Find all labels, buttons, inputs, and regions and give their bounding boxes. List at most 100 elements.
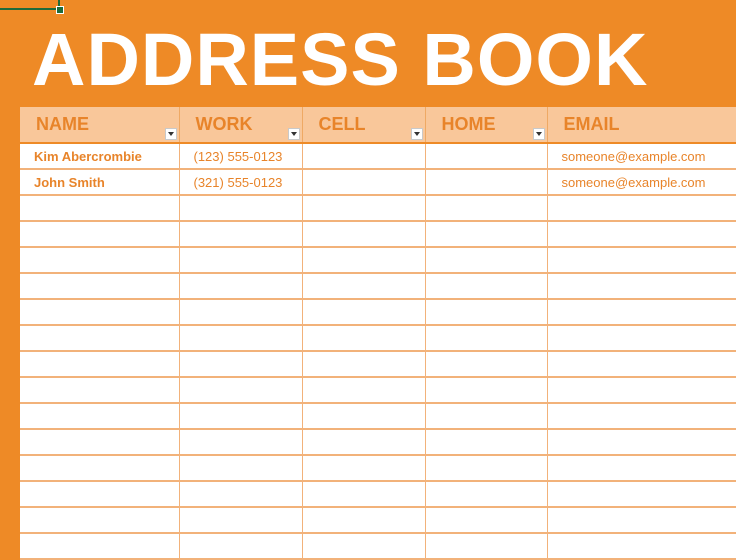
cell-work[interactable] <box>179 455 303 482</box>
cell-name[interactable] <box>20 221 180 248</box>
cell-cell[interactable] <box>302 325 426 352</box>
cell-home[interactable] <box>425 325 548 352</box>
cell-cell[interactable] <box>302 507 426 534</box>
cell-email[interactable] <box>547 195 736 222</box>
cell-work[interactable] <box>179 325 303 352</box>
filter-dropdown-icon[interactable] <box>410 128 423 140</box>
cell-name[interactable] <box>20 247 180 274</box>
cell-cell[interactable] <box>302 169 426 196</box>
cell-home[interactable] <box>425 429 548 456</box>
cell-name[interactable] <box>20 403 180 430</box>
cell-work[interactable]: (123) 555-0123 <box>179 143 303 170</box>
cell-email[interactable] <box>547 481 736 508</box>
cell-work[interactable] <box>179 377 303 404</box>
column-header-work: WORK <box>179 107 303 144</box>
cell-cell[interactable] <box>302 377 426 404</box>
filter-dropdown-icon[interactable] <box>164 128 177 140</box>
cell-cell[interactable] <box>302 143 426 170</box>
cell-home[interactable] <box>425 455 548 482</box>
cell-home[interactable] <box>425 143 548 170</box>
cell-email[interactable] <box>547 533 736 560</box>
table-row <box>20 195 736 222</box>
cell-work[interactable] <box>179 403 303 430</box>
cell-home[interactable] <box>425 533 548 560</box>
cell-email[interactable] <box>547 507 736 534</box>
cell-email[interactable]: someone@example.com <box>547 169 736 196</box>
cell-cell[interactable] <box>302 455 426 482</box>
cell-work[interactable] <box>179 299 303 326</box>
cell-name[interactable] <box>20 377 180 404</box>
cell-home[interactable] <box>425 299 548 326</box>
cell-name[interactable] <box>20 351 180 378</box>
cell-work[interactable] <box>179 351 303 378</box>
cell-email[interactable] <box>547 247 736 274</box>
column-header-label: WORK <box>195 114 253 134</box>
cell-home[interactable] <box>425 221 548 248</box>
cell-name[interactable] <box>20 507 180 534</box>
cell-work[interactable] <box>179 429 303 456</box>
cell-work[interactable] <box>179 247 303 274</box>
cell-work[interactable] <box>179 507 303 534</box>
cell-cell[interactable] <box>302 481 426 508</box>
cell-name[interactable] <box>20 273 180 300</box>
cell-cell[interactable] <box>302 299 426 326</box>
cell-cell[interactable] <box>302 429 426 456</box>
table-row <box>20 481 736 508</box>
cell-work[interactable] <box>179 195 303 222</box>
table-row <box>20 507 736 534</box>
cell-cell[interactable] <box>302 221 426 248</box>
cell-home[interactable] <box>425 273 548 300</box>
cell-name[interactable] <box>20 429 180 456</box>
cell-email[interactable] <box>547 455 736 482</box>
filter-dropdown-icon[interactable] <box>532 128 545 140</box>
cell-work[interactable] <box>179 481 303 508</box>
cell-email[interactable] <box>547 221 736 248</box>
cell-work[interactable] <box>179 221 303 248</box>
table-row <box>20 221 736 248</box>
cell-home[interactable] <box>425 169 548 196</box>
table-row <box>20 533 736 560</box>
cell-work[interactable] <box>179 273 303 300</box>
cell-cell[interactable] <box>302 273 426 300</box>
address-table: NAME WORK CELL HOME EMAIL Kim Abercrombie (12… <box>20 107 736 560</box>
cell-work[interactable] <box>179 533 303 560</box>
fill-handle[interactable] <box>56 6 64 14</box>
cell-name[interactable] <box>20 455 180 482</box>
table-row <box>20 351 736 378</box>
cell-home[interactable] <box>425 377 548 404</box>
cell-cell[interactable] <box>302 247 426 274</box>
cell-cell[interactable] <box>302 195 426 222</box>
cell-email[interactable] <box>547 325 736 352</box>
cell-name[interactable]: Kim Abercrombie <box>20 143 180 170</box>
cell-name[interactable] <box>20 533 180 560</box>
cell-work[interactable]: (321) 555-0123 <box>179 169 303 196</box>
cell-name[interactable]: John Smith <box>20 169 180 196</box>
cell-name[interactable] <box>20 325 180 352</box>
cell-home[interactable] <box>425 481 548 508</box>
table-row <box>20 247 736 274</box>
cell-home[interactable] <box>425 351 548 378</box>
column-header-label: HOME <box>441 114 496 134</box>
cell-name[interactable] <box>20 299 180 326</box>
cell-email[interactable] <box>547 351 736 378</box>
column-header-name: NAME <box>20 107 180 144</box>
cell-email[interactable] <box>547 429 736 456</box>
cell-cell[interactable] <box>302 533 426 560</box>
filter-dropdown-icon[interactable] <box>287 128 300 140</box>
selected-cell-indicator[interactable] <box>0 0 60 10</box>
cell-email[interactable] <box>547 273 736 300</box>
table-row <box>20 325 736 352</box>
cell-home[interactable] <box>425 195 548 222</box>
cell-email[interactable] <box>547 377 736 404</box>
cell-email[interactable] <box>547 403 736 430</box>
cell-name[interactable] <box>20 481 180 508</box>
cell-cell[interactable] <box>302 351 426 378</box>
cell-email[interactable] <box>547 299 736 326</box>
cell-name[interactable] <box>20 195 180 222</box>
cell-email[interactable]: someone@example.com <box>547 143 736 170</box>
cell-home[interactable] <box>425 507 548 534</box>
column-header-label: NAME <box>36 114 89 134</box>
cell-home[interactable] <box>425 247 548 274</box>
cell-home[interactable] <box>425 403 548 430</box>
cell-cell[interactable] <box>302 403 426 430</box>
